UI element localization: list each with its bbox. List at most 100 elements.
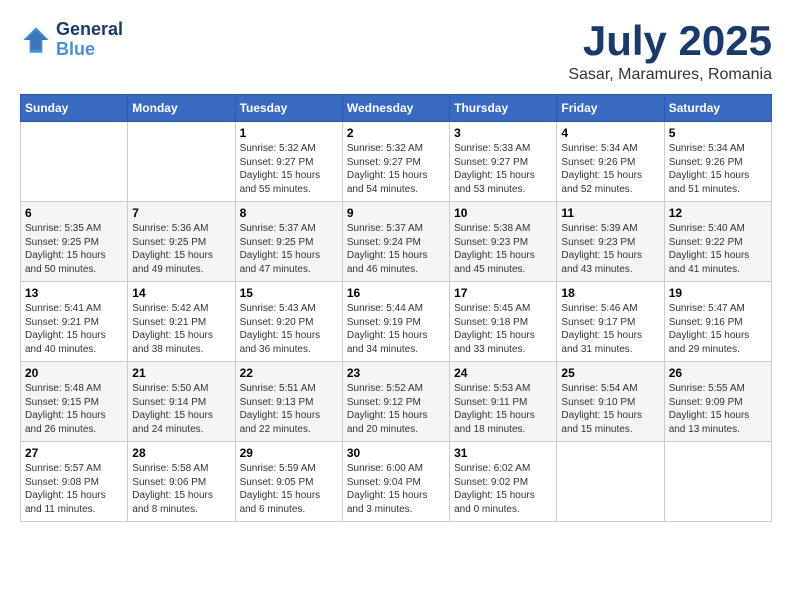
logo-icon [20, 24, 52, 56]
calendar-week-row: 6Sunrise: 5:35 AM Sunset: 9:25 PM Daylig… [21, 202, 772, 282]
calendar-cell: 31 Sunrise: 6:02 AM Sunset: 9:02 PM Dayli… [450, 442, 557, 522]
calendar-cell: 11Sunrise: 5:39 AM Sunset: 9:23 PM Dayli… [557, 202, 664, 282]
calendar-cell: 4 Sunrise: 5:34 AM Sunset: 9:26 PM Daylig… [557, 122, 664, 202]
day-info: Sunrise: 5:55 AM Sunset: 9:09 PM Dayligh… [669, 382, 767, 436]
calendar-cell: 28Sunrise: 5:58 AM Sunset: 9:06 PM Dayli… [128, 442, 235, 522]
day-info: Sunrise: 5:36 AM Sunset: 9:25 PM Dayligh… [132, 222, 230, 276]
day-number: 2 [347, 126, 445, 140]
calendar-cell: 23 Sunrise: 5:52 AM Sunset: 9:12 PM Dayli… [342, 362, 449, 442]
day-number: 4 [561, 126, 659, 140]
day-number: 13 [25, 286, 123, 300]
day-number: 5 [669, 126, 767, 140]
calendar-cell: 25 Sunrise: 5:54 AM Sunset: 9:10 PM Dayli… [557, 362, 664, 442]
calendar-cell: 12 Sunrise: 5:40 AM Sunset: 9:22 PM Dayli… [664, 202, 771, 282]
day-number: 30 [347, 446, 445, 460]
day-number: 21 [132, 366, 230, 380]
day-info: Sunrise: 5:44 AM Sunset: 9:19 PM Dayligh… [347, 302, 445, 356]
day-info: Sunrise: 5:47 AM Sunset: 9:16 PM Dayligh… [669, 302, 767, 356]
weekday-header-friday: Friday [557, 95, 664, 122]
month-title: July 2025 [568, 20, 772, 62]
day-number: 6 [25, 206, 123, 220]
calendar-cell: 9 Sunrise: 5:37 AM Sunset: 9:24 PM Daylig… [342, 202, 449, 282]
calendar-cell: 13 Sunrise: 5:41 AM Sunset: 9:21 PM Dayli… [21, 282, 128, 362]
day-info: Sunrise: 5:38 AM Sunset: 9:23 PM Dayligh… [454, 222, 552, 276]
day-number: 7 [132, 206, 230, 220]
calendar-cell: 26 Sunrise: 5:55 AM Sunset: 9:09 PM Dayli… [664, 362, 771, 442]
weekday-header-wednesday: Wednesday [342, 95, 449, 122]
day-info: Sunrise: 5:41 AM Sunset: 9:21 PM Dayligh… [25, 302, 123, 356]
calendar-cell: 24Sunrise: 5:53 AM Sunset: 9:11 PM Dayli… [450, 362, 557, 442]
calendar-cell: 10 Sunrise: 5:38 AM Sunset: 9:23 PM Dayli… [450, 202, 557, 282]
day-info: Sunrise: 5:43 AM Sunset: 9:20 PM Dayligh… [240, 302, 338, 356]
calendar-cell [128, 122, 235, 202]
day-info: Sunrise: 5:46 AM Sunset: 9:17 PM Dayligh… [561, 302, 659, 356]
calendar-cell: 20 Sunrise: 5:48 AM Sunset: 9:15 PM Dayli… [21, 362, 128, 442]
day-info: Sunrise: 5:32 AM Sunset: 9:27 PM Dayligh… [240, 142, 338, 196]
day-info: Sunrise: 5:57 AM Sunset: 9:08 PM Dayligh… [25, 462, 123, 516]
day-info: Sunrise: 5:34 AM Sunset: 9:26 PM Dayligh… [669, 142, 767, 196]
weekday-header-tuesday: Tuesday [235, 95, 342, 122]
day-number: 3 [454, 126, 552, 140]
day-info: Sunrise: 5:40 AM Sunset: 9:22 PM Dayligh… [669, 222, 767, 276]
calendar-cell: 1Sunrise: 5:32 AM Sunset: 9:27 PM Daylig… [235, 122, 342, 202]
day-number: 10 [454, 206, 552, 220]
logo-text: General Blue [56, 20, 123, 60]
logo: General Blue [20, 20, 123, 60]
day-info: Sunrise: 5:32 AM Sunset: 9:27 PM Dayligh… [347, 142, 445, 196]
calendar-cell: 30Sunrise: 6:00 AM Sunset: 9:04 PM Dayli… [342, 442, 449, 522]
day-info: Sunrise: 5:58 AM Sunset: 9:06 PM Dayligh… [132, 462, 230, 516]
day-info: Sunrise: 5:48 AM Sunset: 9:15 PM Dayligh… [25, 382, 123, 436]
day-number: 29 [240, 446, 338, 460]
title-area: July 2025 Sasar, Maramures, Romania [568, 20, 772, 84]
day-number: 14 [132, 286, 230, 300]
day-number: 24 [454, 366, 552, 380]
day-number: 23 [347, 366, 445, 380]
day-info: Sunrise: 5:34 AM Sunset: 9:26 PM Dayligh… [561, 142, 659, 196]
day-info: Sunrise: 5:50 AM Sunset: 9:14 PM Dayligh… [132, 382, 230, 436]
calendar-cell: 18 Sunrise: 5:46 AM Sunset: 9:17 PM Dayli… [557, 282, 664, 362]
day-number: 26 [669, 366, 767, 380]
day-info: Sunrise: 5:33 AM Sunset: 9:27 PM Dayligh… [454, 142, 552, 196]
day-info: Sunrise: 5:45 AM Sunset: 9:18 PM Dayligh… [454, 302, 552, 356]
day-info: Sunrise: 5:54 AM Sunset: 9:10 PM Dayligh… [561, 382, 659, 436]
calendar-cell: 29Sunrise: 5:59 AM Sunset: 9:05 PM Dayli… [235, 442, 342, 522]
calendar-cell: 7 Sunrise: 5:36 AM Sunset: 9:25 PM Daylig… [128, 202, 235, 282]
calendar-week-row: 27 Sunrise: 5:57 AM Sunset: 9:08 PM Dayli… [21, 442, 772, 522]
calendar-cell [557, 442, 664, 522]
day-number: 25 [561, 366, 659, 380]
day-number: 18 [561, 286, 659, 300]
calendar-cell: 22Sunrise: 5:51 AM Sunset: 9:13 PM Dayli… [235, 362, 342, 442]
day-number: 17 [454, 286, 552, 300]
day-info: Sunrise: 5:37 AM Sunset: 9:24 PM Dayligh… [347, 222, 445, 276]
day-number: 11 [561, 206, 659, 220]
calendar-cell: 6Sunrise: 5:35 AM Sunset: 9:25 PM Daylig… [21, 202, 128, 282]
calendar-cell: 17 Sunrise: 5:45 AM Sunset: 9:18 PM Dayli… [450, 282, 557, 362]
day-info: Sunrise: 5:42 AM Sunset: 9:21 PM Dayligh… [132, 302, 230, 356]
day-number: 12 [669, 206, 767, 220]
day-number: 15 [240, 286, 338, 300]
day-info: Sunrise: 5:52 AM Sunset: 9:12 PM Dayligh… [347, 382, 445, 436]
day-number: 31 [454, 446, 552, 460]
calendar-cell: 27 Sunrise: 5:57 AM Sunset: 9:08 PM Dayli… [21, 442, 128, 522]
calendar-cell [21, 122, 128, 202]
day-number: 9 [347, 206, 445, 220]
calendar-cell: 15 Sunrise: 5:43 AM Sunset: 9:20 PM Dayli… [235, 282, 342, 362]
calendar-cell [664, 442, 771, 522]
calendar-cell: 14 Sunrise: 5:42 AM Sunset: 9:21 PM Dayli… [128, 282, 235, 362]
weekday-header-sunday: Sunday [21, 95, 128, 122]
calendar-cell: 5 Sunrise: 5:34 AM Sunset: 9:26 PM Daylig… [664, 122, 771, 202]
day-info: Sunrise: 5:51 AM Sunset: 9:13 PM Dayligh… [240, 382, 338, 436]
day-number: 20 [25, 366, 123, 380]
calendar-week-row: 1Sunrise: 5:32 AM Sunset: 9:27 PM Daylig… [21, 122, 772, 202]
weekday-header-saturday: Saturday [664, 95, 771, 122]
calendar-cell: 8Sunrise: 5:37 AM Sunset: 9:25 PM Daylig… [235, 202, 342, 282]
day-info: Sunrise: 6:02 AM Sunset: 9:02 PM Dayligh… [454, 462, 552, 516]
calendar-cell: 2 Sunrise: 5:32 AM Sunset: 9:27 PM Daylig… [342, 122, 449, 202]
weekday-header-monday: Monday [128, 95, 235, 122]
day-number: 16 [347, 286, 445, 300]
day-number: 27 [25, 446, 123, 460]
calendar-table: SundayMondayTuesdayWednesdayThursdayFrid… [20, 94, 772, 522]
calendar-cell: 16 Sunrise: 5:44 AM Sunset: 9:19 PM Dayli… [342, 282, 449, 362]
calendar-week-row: 20 Sunrise: 5:48 AM Sunset: 9:15 PM Dayli… [21, 362, 772, 442]
day-info: Sunrise: 5:37 AM Sunset: 9:25 PM Dayligh… [240, 222, 338, 276]
